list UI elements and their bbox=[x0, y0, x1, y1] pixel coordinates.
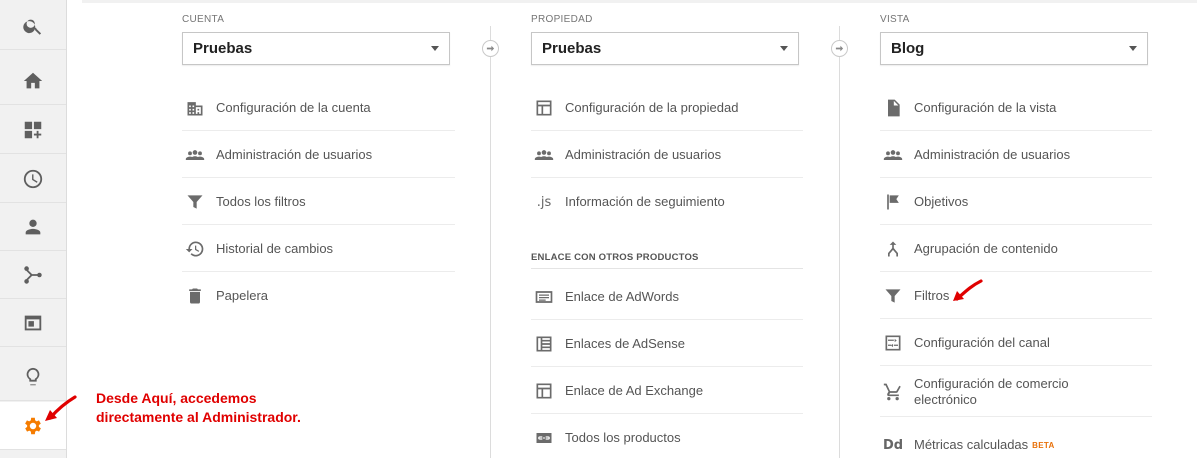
gear-icon bbox=[25, 417, 41, 434]
adexchange-link-item[interactable]: Enlace de Ad Exchange bbox=[531, 368, 803, 414]
trash-icon bbox=[182, 285, 208, 307]
property-label: PROPIEDAD bbox=[531, 14, 593, 25]
history-icon bbox=[182, 238, 208, 260]
property-tracking-item[interactable]: .js Información de seguimiento bbox=[531, 179, 803, 225]
rail-home-button[interactable] bbox=[0, 57, 66, 105]
view-content-grouping-item[interactable]: Agrupación de contenido bbox=[880, 226, 1152, 272]
building-icon bbox=[182, 97, 208, 119]
adwords-link-item[interactable]: Enlace de AdWords bbox=[531, 274, 803, 320]
rail-customization-button[interactable] bbox=[0, 106, 66, 154]
property-selector[interactable]: Pruebas bbox=[531, 32, 799, 65]
property-settings-item[interactable]: Configuración de la propiedad bbox=[531, 85, 803, 131]
account-label: CUENTA bbox=[182, 14, 225, 25]
column-divider bbox=[839, 26, 840, 458]
adsense-link-item[interactable]: Enlaces de AdSense bbox=[531, 321, 803, 367]
account-settings-item[interactable]: Configuración de la cuenta bbox=[182, 85, 455, 131]
view-ecommerce-settings-item[interactable]: Configuración de comercio electrónico bbox=[880, 367, 1152, 417]
beta-badge: BETA bbox=[1032, 440, 1055, 450]
users-icon bbox=[531, 144, 557, 166]
flag-icon bbox=[880, 191, 906, 213]
chevron-down-icon bbox=[431, 46, 439, 51]
account-users-item[interactable]: Administración de usuarios bbox=[182, 132, 455, 178]
person-icon bbox=[25, 219, 41, 234]
view-goals-item[interactable]: Objetivos bbox=[880, 179, 1152, 225]
rail-realtime-button[interactable] bbox=[0, 155, 66, 203]
users-icon bbox=[182, 144, 208, 166]
view-selected-value: Blog bbox=[891, 40, 925, 57]
clock-icon bbox=[23, 169, 43, 188]
top-border bbox=[82, 0, 1197, 3]
adwords-icon bbox=[531, 286, 557, 308]
view-filters-item[interactable]: Filtros bbox=[880, 273, 1152, 319]
rail-search-button[interactable] bbox=[0, 2, 66, 50]
search-icon bbox=[23, 19, 42, 35]
adsense-icon bbox=[531, 333, 557, 355]
rail-audience-button[interactable] bbox=[0, 203, 66, 251]
users-icon bbox=[880, 144, 906, 166]
all-products-item[interactable]: Todos los productos bbox=[531, 415, 803, 458]
lightbulb-icon bbox=[26, 367, 40, 385]
document-icon bbox=[880, 97, 906, 119]
chevron-down-icon bbox=[1129, 46, 1137, 51]
left-nav-rail bbox=[0, 0, 67, 458]
account-filters-item[interactable]: Todos los filtros bbox=[182, 179, 455, 225]
account-selected-value: Pruebas bbox=[193, 40, 253, 57]
section-heading-product-links: ENLACE CON OTROS PRODUCTOS bbox=[531, 252, 699, 263]
dashboard-add-icon bbox=[24, 121, 42, 138]
cart-icon bbox=[880, 381, 906, 403]
account-trash-item[interactable]: Papelera bbox=[182, 273, 455, 319]
link-icon bbox=[531, 427, 557, 449]
section-rule bbox=[531, 268, 803, 269]
behavior-icon bbox=[24, 315, 42, 330]
rail-acquisition-button[interactable] bbox=[0, 251, 66, 299]
chevron-down-icon bbox=[780, 46, 788, 51]
view-channel-settings-item[interactable]: Configuración del canal bbox=[880, 320, 1152, 366]
arrow-right-icon bbox=[831, 40, 848, 57]
view-users-item[interactable]: Administración de usuarios bbox=[880, 132, 1152, 178]
view-settings-item[interactable]: Configuración de la vista bbox=[880, 85, 1152, 131]
grouping-icon bbox=[880, 238, 906, 260]
red-arrow-pointer-admin bbox=[45, 395, 77, 421]
rail-behavior-button[interactable] bbox=[0, 299, 66, 347]
filter-icon bbox=[182, 191, 208, 213]
account-selector[interactable]: Pruebas bbox=[182, 32, 450, 65]
view-calculated-metrics-item[interactable]: Dd Métricas calculadas BETA bbox=[880, 422, 1152, 458]
account-history-item[interactable]: Historial de cambios bbox=[182, 226, 455, 272]
red-arrow-pointer-filters bbox=[953, 279, 983, 301]
dd-icon: Dd bbox=[882, 437, 904, 453]
filter-icon bbox=[880, 285, 906, 307]
home-icon bbox=[23, 72, 43, 88]
js-icon: .js bbox=[536, 194, 552, 210]
channel-icon bbox=[880, 332, 906, 354]
adexchange-icon bbox=[531, 380, 557, 402]
column-divider bbox=[490, 26, 491, 458]
annotation-text: Desde Aquí, accedemos directamente al Ad… bbox=[96, 390, 301, 425]
arrow-right-icon bbox=[482, 40, 499, 57]
window-icon bbox=[531, 97, 557, 119]
property-selected-value: Pruebas bbox=[542, 40, 602, 57]
view-selector[interactable]: Blog bbox=[880, 32, 1148, 65]
view-label: VISTA bbox=[880, 14, 910, 25]
property-users-item[interactable]: Administración de usuarios bbox=[531, 132, 803, 178]
acquisition-icon bbox=[24, 265, 42, 284]
